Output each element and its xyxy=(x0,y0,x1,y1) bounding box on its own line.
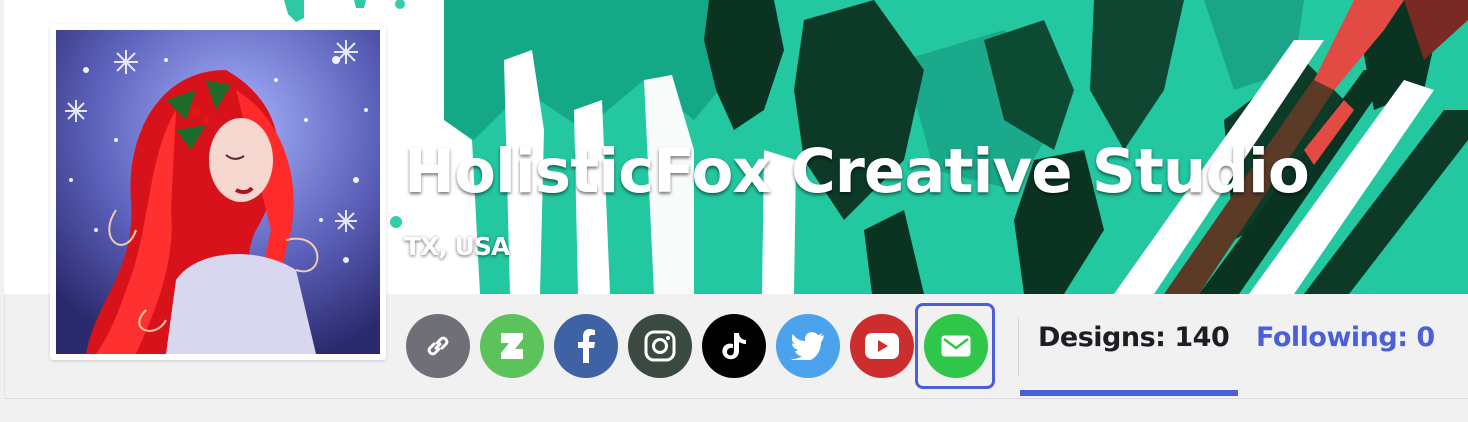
youtube-icon xyxy=(865,333,899,359)
deviantart-icon xyxy=(501,333,523,359)
deviantart-button[interactable] xyxy=(480,314,544,378)
shop-location: TX, USA xyxy=(404,232,510,261)
avatar-image xyxy=(56,30,380,354)
tab-following[interactable]: Following: 0 xyxy=(1256,322,1435,353)
shop-profile-header: HolisticFox Creative Studio TX, USA Desi… xyxy=(0,0,1468,422)
tab-designs[interactable]: Designs: 140 xyxy=(1038,322,1230,353)
instagram-icon xyxy=(644,330,676,362)
active-tab-indicator xyxy=(1020,390,1238,396)
website-link-button[interactable] xyxy=(406,314,470,378)
facebook-icon xyxy=(578,329,595,363)
tiktok-icon xyxy=(722,333,746,360)
facebook-button[interactable] xyxy=(554,314,618,378)
twitter-icon xyxy=(791,332,824,360)
shop-name: HolisticFox Creative Studio xyxy=(404,136,1310,207)
link-icon xyxy=(427,336,449,356)
youtube-button[interactable] xyxy=(850,314,914,378)
tiktok-button[interactable] xyxy=(702,314,766,378)
focus-ring xyxy=(915,303,995,389)
shop-avatar[interactable] xyxy=(50,24,386,360)
instagram-button[interactable] xyxy=(628,314,692,378)
twitter-button[interactable] xyxy=(776,314,840,378)
divider xyxy=(1018,318,1019,376)
